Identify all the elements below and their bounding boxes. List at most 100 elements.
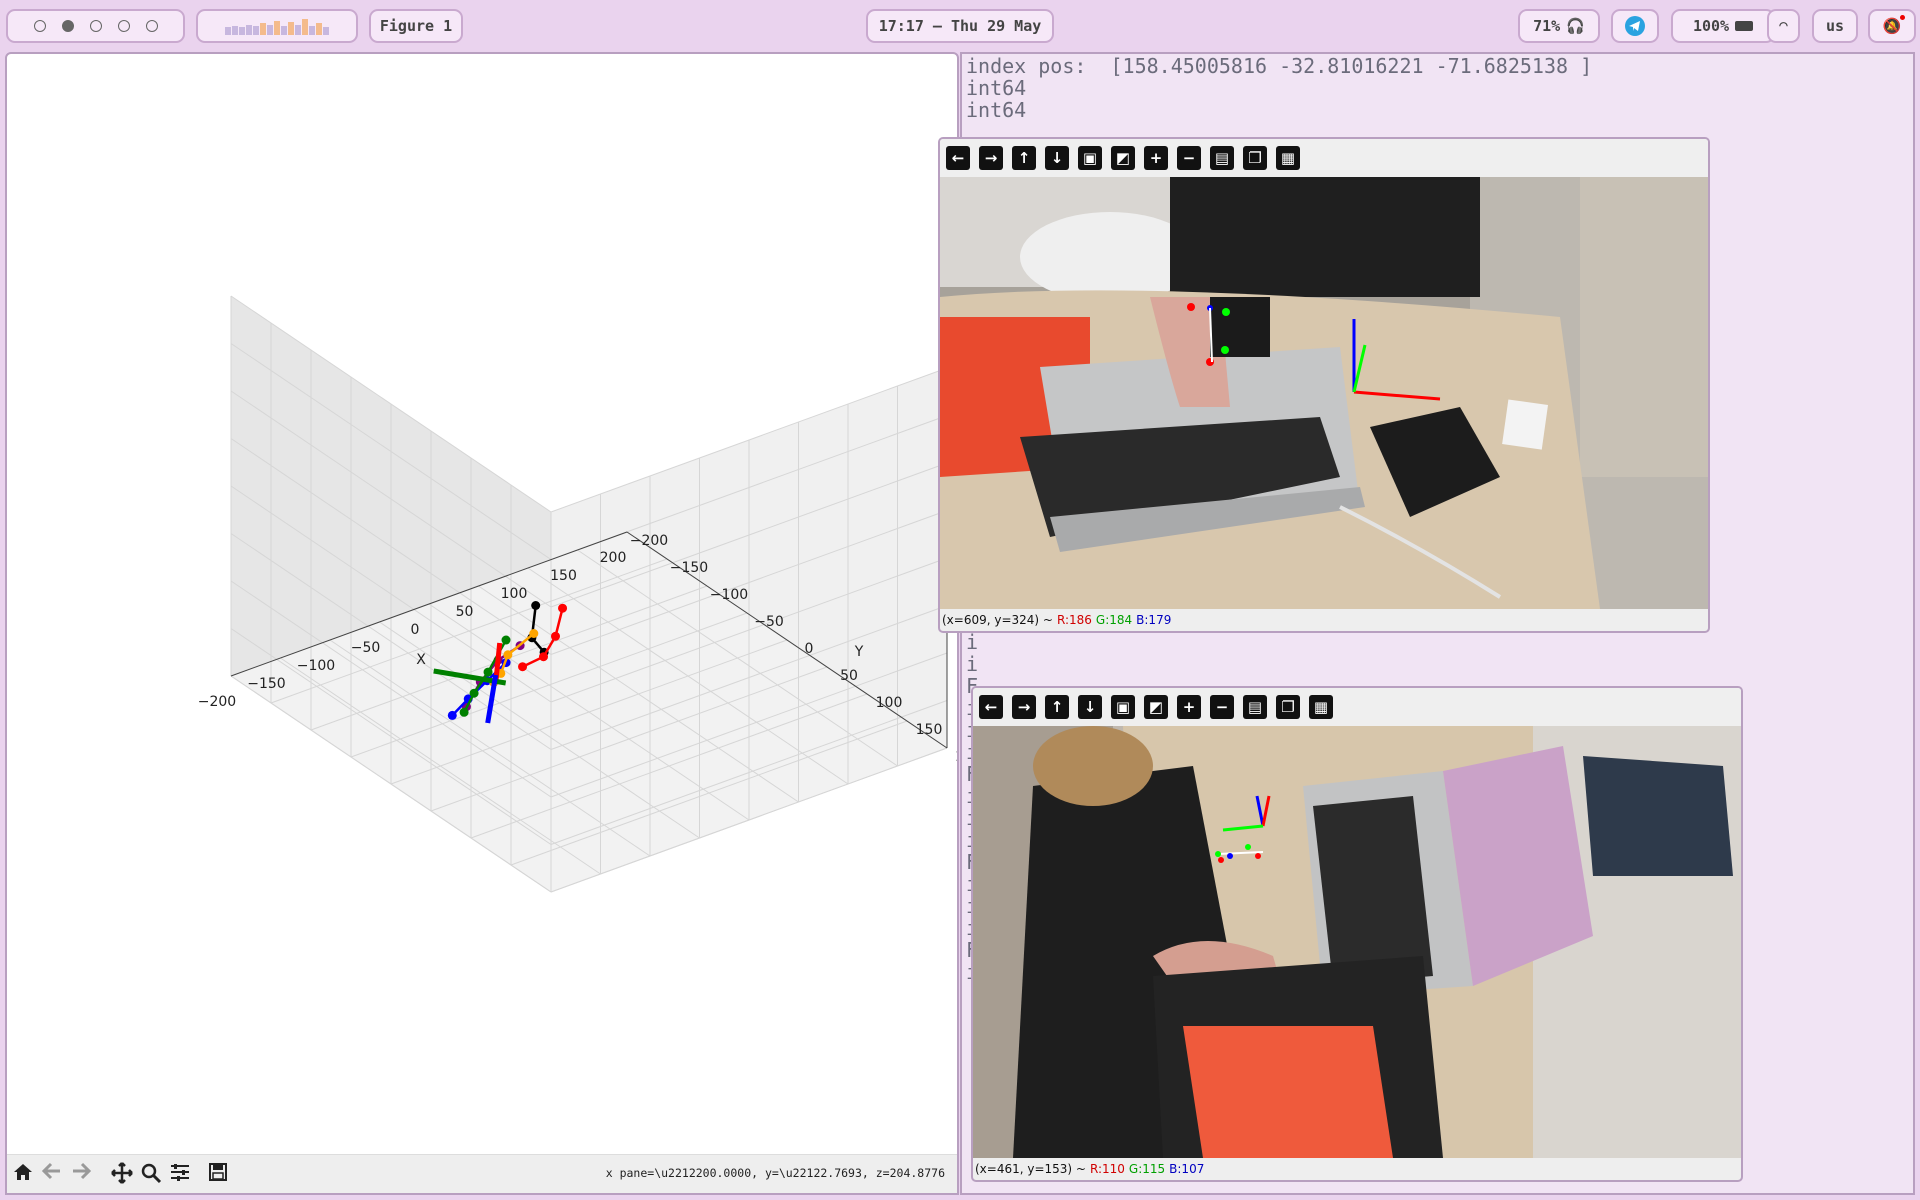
x-tick-label: 0: [411, 622, 420, 638]
window-title[interactable]: Figure 1: [369, 9, 463, 43]
telegram-icon: [1625, 16, 1645, 36]
y-tick-label: −100: [710, 587, 748, 603]
y-tick-label: 200: [956, 749, 957, 765]
x-tick-label: 100: [501, 586, 528, 602]
image-icon[interactable]: ▣: [1111, 695, 1135, 719]
x-axis-label: X: [416, 652, 426, 668]
back-icon[interactable]: [42, 1162, 66, 1186]
camera-window-top[interactable]: ← → ↑ ↓ ▣ ◩ + − ▤ ❐ ▦ (x=609, y=324) ~ R:186 G:184…: [938, 137, 1710, 633]
y-tick-label: −50: [754, 614, 784, 630]
x-tick-label: −200: [198, 694, 236, 710]
volume-label: 71%: [1533, 17, 1561, 35]
x-tick-label: 150: [550, 568, 577, 584]
data-point: [447, 710, 457, 720]
data-point: [531, 601, 541, 610]
zoom-in-icon[interactable]: +: [1177, 695, 1201, 719]
data-point: [483, 667, 493, 677]
x-tick-label: −100: [297, 658, 335, 674]
arrow-down-icon[interactable]: ↓: [1078, 695, 1102, 719]
properties-icon[interactable]: ▦: [1276, 146, 1300, 170]
save-icon[interactable]: ▤: [1210, 146, 1234, 170]
notifications[interactable]: 🔕: [1868, 9, 1916, 43]
data-point: [469, 688, 479, 698]
image-edit-icon[interactable]: ◩: [1111, 146, 1135, 170]
cpu-graph-icon: [225, 17, 329, 35]
arrow-left-icon[interactable]: ←: [946, 146, 970, 170]
y-tick-label: −150: [670, 560, 708, 576]
wifi-indicator[interactable]: ◠: [1767, 9, 1800, 43]
camera-top-status: (x=609, y=324) ~ R:186 G:184 B:179: [942, 610, 1171, 630]
battery-label: 100%: [1692, 17, 1730, 35]
workspace-3-icon[interactable]: [89, 20, 102, 32]
camera-window-bottom[interactable]: ← → ↑ ↓ ▣ ◩ + − ▤ ❐ ▦ (x=461, y=153) ~ R:110 G:115…: [971, 686, 1743, 1182]
data-point: [503, 650, 513, 660]
x-tick-label: 50: [456, 604, 474, 620]
workspace-1-icon[interactable]: [33, 20, 46, 32]
arrow-up-icon[interactable]: ↑: [1045, 695, 1069, 719]
data-point: [539, 652, 548, 662]
y-tick-label: 0: [805, 641, 814, 657]
figure-toolbar: x pane=\u2212200.0000, y=\u22122.7693, z…: [7, 1154, 957, 1193]
status-r: R:186: [1056, 613, 1092, 627]
window-title-label: Figure 1: [379, 17, 453, 35]
workspace-2-icon[interactable]: [61, 20, 74, 32]
zoom-icon[interactable]: [140, 1162, 164, 1186]
bell-off-icon: 🔕: [1883, 15, 1906, 35]
cpu-graph: [196, 9, 358, 43]
arrow-down-icon[interactable]: ↓: [1045, 146, 1069, 170]
battery-icon: [1735, 21, 1754, 31]
figure-window: −200 −150 −100 −50 0 50 100 150 200 −200 −150 −100−…: [5, 52, 959, 1195]
clock[interactable]: 17:17 — Thu 29 May: [866, 9, 1054, 43]
camera-top-toolbar: ← → ↑ ↓ ▣ ◩ + − ▤ ❐ ▦: [940, 139, 1708, 177]
forward-icon[interactable]: [71, 1162, 95, 1186]
image-edit-icon[interactable]: ◩: [1144, 695, 1168, 719]
coords-readout: x pane=\u2212200.0000, y=\u22122.7693, z…: [605, 1166, 945, 1180]
workspace-switcher[interactable]: [6, 9, 185, 43]
clock-label: 17:17 — Thu 29 May: [878, 17, 1042, 35]
camera-bottom-status: (x=461, y=153) ~ R:110 G:115 B:107: [975, 1159, 1204, 1179]
camera-bottom-image[interactable]: [973, 726, 1741, 1158]
copy-icon[interactable]: ❐: [1243, 146, 1267, 170]
headphones-icon: 🎧: [1566, 17, 1585, 35]
terminal-line: i: [966, 630, 979, 654]
workspace-4-icon[interactable]: [117, 20, 130, 32]
keyboard-layout-label: us: [1825, 17, 1845, 35]
zoom-out-icon[interactable]: −: [1177, 146, 1201, 170]
data-point: [459, 707, 469, 717]
terminal-line: int64: [966, 98, 1027, 122]
arrow-right-icon[interactable]: →: [1012, 695, 1036, 719]
home-icon[interactable]: [12, 1162, 36, 1186]
telegram-tray[interactable]: [1611, 9, 1659, 43]
battery-indicator[interactable]: 100%: [1671, 9, 1775, 43]
camera-top-image[interactable]: [940, 177, 1708, 609]
zoom-out-icon[interactable]: −: [1210, 695, 1234, 719]
x-tick-label: −150: [247, 676, 285, 692]
y-tick-label: −200: [630, 533, 668, 549]
volume-indicator[interactable]: 71% 🎧: [1518, 9, 1600, 43]
data-point: [518, 662, 528, 672]
keyboard-layout[interactable]: us: [1812, 9, 1858, 43]
y-tick-label: 100: [876, 695, 903, 711]
data-point: [501, 635, 511, 645]
configure-icon[interactable]: [169, 1162, 193, 1186]
save-icon[interactable]: ▤: [1243, 695, 1267, 719]
copy-icon[interactable]: ❐: [1276, 695, 1300, 719]
save-icon[interactable]: [208, 1162, 232, 1186]
x-tick-label: 200: [600, 550, 627, 566]
y-tick-label: 150: [916, 722, 943, 738]
plot-3d[interactable]: −200−150−100−50050100150200−200−150−100−…: [7, 54, 957, 1154]
status-g: G:184: [1095, 613, 1133, 627]
x-tick-label: −50: [351, 640, 381, 656]
top-bar: Figure 1 17:17 — Thu 29 May 71% 🎧 100% ◠…: [0, 0, 1920, 52]
arrow-right-icon[interactable]: →: [979, 146, 1003, 170]
zoom-in-icon[interactable]: +: [1144, 146, 1168, 170]
status-position: (x=609, y=324) ~: [942, 613, 1053, 627]
image-icon[interactable]: ▣: [1078, 146, 1102, 170]
arrow-left-icon[interactable]: ←: [979, 695, 1003, 719]
arrow-up-icon[interactable]: ↑: [1012, 146, 1036, 170]
workspace-5-icon[interactable]: [145, 20, 158, 32]
properties-icon[interactable]: ▦: [1309, 695, 1333, 719]
pan-icon[interactable]: [111, 1162, 135, 1186]
wifi-icon: ◠: [1779, 18, 1788, 34]
camera-bottom-toolbar: ← → ↑ ↓ ▣ ◩ + − ▤ ❐ ▦: [973, 688, 1741, 726]
